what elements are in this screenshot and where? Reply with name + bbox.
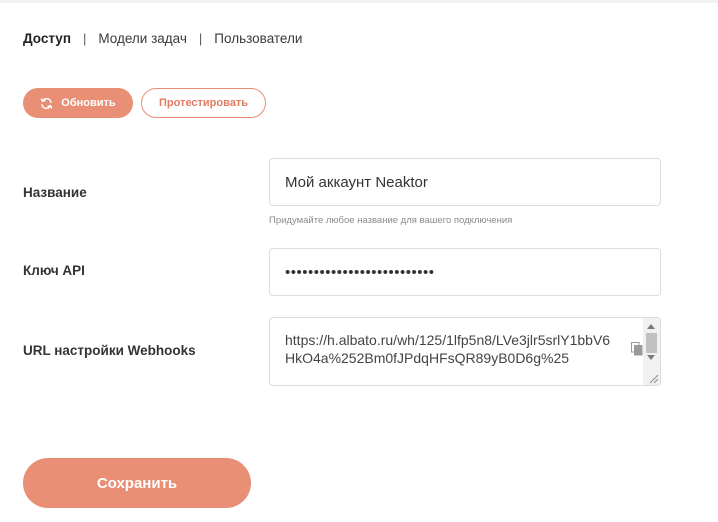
tab-users[interactable]: Пользователи <box>214 31 302 46</box>
api-key-input-value: •••••••••••••••••••••••••• <box>285 263 435 281</box>
tab-separator: | <box>198 30 203 46</box>
refresh-icon <box>41 97 53 109</box>
copy-icon[interactable] <box>631 342 643 356</box>
scroll-thumb[interactable] <box>646 333 657 353</box>
save-label: Сохранить <box>96 474 178 492</box>
scroll-up-arrow[interactable] <box>647 324 655 329</box>
tab-separator: | <box>82 30 87 46</box>
tab-task-models[interactable]: Модели задач <box>98 31 187 46</box>
api-key-label: Ключ API <box>23 263 85 278</box>
save-button[interactable]: Сохранить <box>23 458 251 508</box>
name-input[interactable]: Мой аккаунт Neaktor <box>269 158 661 206</box>
page: Доступ | Модели задач | Пользователи Обн… <box>0 0 718 522</box>
webhook-url-label: URL настройки Webhooks <box>23 343 196 358</box>
resize-grip-icon[interactable] <box>647 372 659 384</box>
refresh-label: Обновить <box>61 97 116 109</box>
webhook-url-textarea[interactable]: https://h.albato.ru/wh/125/1lfp5n8/LVe3j… <box>269 317 661 386</box>
tab-access[interactable]: Доступ <box>23 31 71 46</box>
scroll-down-arrow[interactable] <box>647 355 655 360</box>
name-input-value: Мой аккаунт Neaktor <box>285 173 428 191</box>
tab-bar: Доступ | Модели задач | Пользователи <box>23 29 302 47</box>
top-divider <box>0 0 718 3</box>
webhook-url-value: https://h.albato.ru/wh/125/1lfp5n8/LVe3j… <box>285 332 611 366</box>
name-label: Название <box>23 185 87 200</box>
refresh-button[interactable]: Обновить <box>23 88 133 118</box>
test-button[interactable]: Протестировать <box>141 88 266 118</box>
test-label: Протестировать <box>158 97 249 109</box>
api-key-input[interactable]: •••••••••••••••••••••••••• <box>269 248 661 296</box>
name-hint: Придумайте любое название для вашего под… <box>269 215 513 226</box>
